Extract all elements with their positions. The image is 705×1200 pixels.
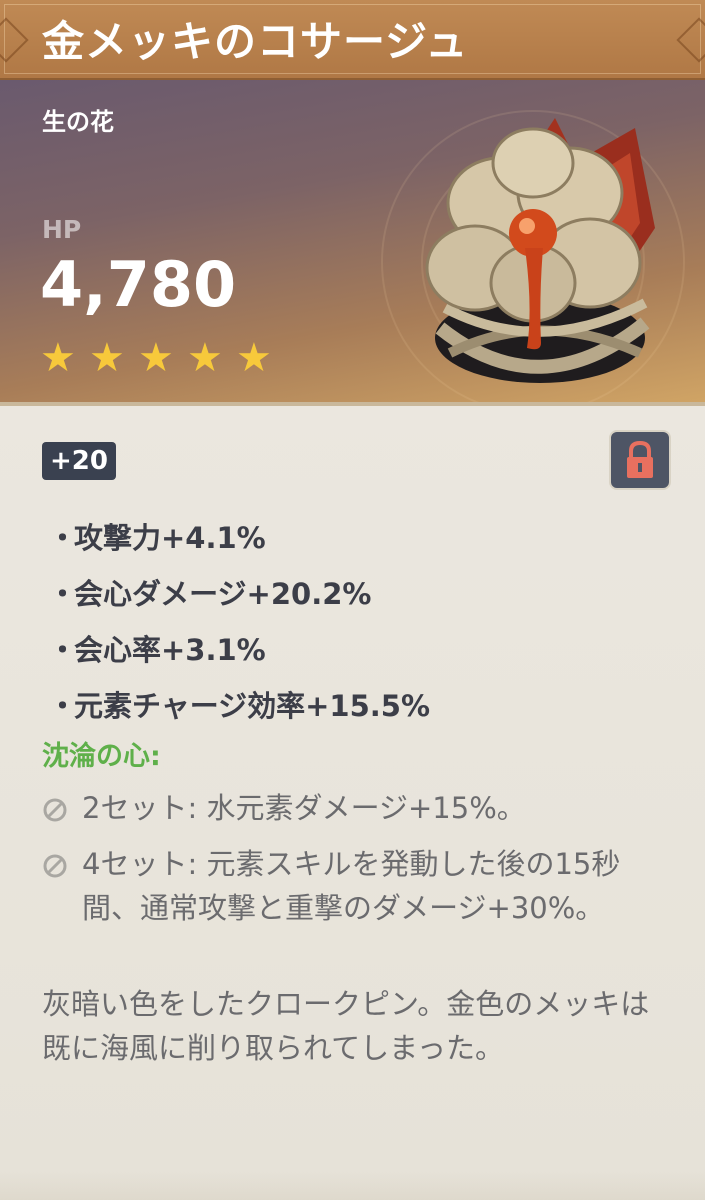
star-icon: ★ [89,335,125,381]
artifact-header: 生の花 HP 4,780 ★ ★ ★ ★ ★ [0,80,705,414]
substat-bullet: ・ [48,689,78,723]
substat-item: ・会心率+3.1% [48,622,430,678]
substat-text: 攻撃力+4.1% [74,521,266,555]
header-divider [0,402,705,406]
substat-item: ・会心ダメージ+20.2% [48,566,430,622]
ornament-right-icon [676,17,705,63]
substat-list: ・攻撃力+4.1% ・会心ダメージ+20.2% ・会心率+3.1% ・元素チャー… [48,510,430,734]
substat-item: ・攻撃力+4.1% [48,510,430,566]
lore-description: 灰暗い色をしたクロークピン。金色のメッキは既に海風に削り取られてしまった。 [42,987,650,1065]
title-bar: 金メッキのコサージュ [0,0,705,80]
substat-text: 会心ダメージ+20.2% [74,577,372,611]
artifact-details: +20 ・攻撃力+4.1% ・会心ダメージ+20.2% ・会心率+3.1% ・元… [0,402,705,1200]
substat-bullet: ・ [48,577,78,611]
substat-text: 会心率+3.1% [74,633,266,667]
disabled-circle-icon [43,854,67,878]
main-stat-value: 4,780 [40,248,237,321]
flower-artifact-icon [425,118,655,383]
substat-item: ・元素チャージ効率+15.5% [48,678,430,734]
set-effect-2pc: 2セット: 水元素ダメージ+15%。 [42,786,662,830]
set-name: 沈淪の心: [42,741,161,772]
substat-text: 元素チャージ効率+15.5% [74,689,431,723]
star-icon: ★ [40,335,76,381]
lock-icon [627,440,653,478]
set-effect-text: 4セット: 元素スキルを発動した後の15秒間、通常攻撃と重撃のダメージ+30%。 [82,847,621,925]
star-icon: ★ [187,335,223,381]
artifact-slot-type: 生の花 [42,108,114,136]
substat-bullet: ・ [48,633,78,667]
level-badge: +20 [42,442,116,480]
set-effect-4pc: 4セット: 元素スキルを発動した後の15秒間、通常攻撃と重撃のダメージ+30%。 [42,842,662,974]
ornament-left-icon [0,17,29,63]
artifact-detail-card: 金メッキのコサージュ 生の花 HP 4,780 ★ ★ ★ ★ ★ +20 ・攻… [0,0,705,1200]
star-icon: ★ [236,335,272,381]
substat-bullet: ・ [48,521,78,555]
disabled-circle-icon [43,798,67,822]
bottom-ornament [0,1170,705,1200]
artifact-title: 金メッキのコサージュ [42,17,469,66]
set-effect-text: 2セット: 水元素ダメージ+15%。 [82,791,526,825]
lock-button[interactable] [609,430,671,490]
main-stat-label: HP [42,215,82,244]
rarity-stars: ★ ★ ★ ★ ★ [40,338,285,378]
star-icon: ★ [138,335,174,381]
